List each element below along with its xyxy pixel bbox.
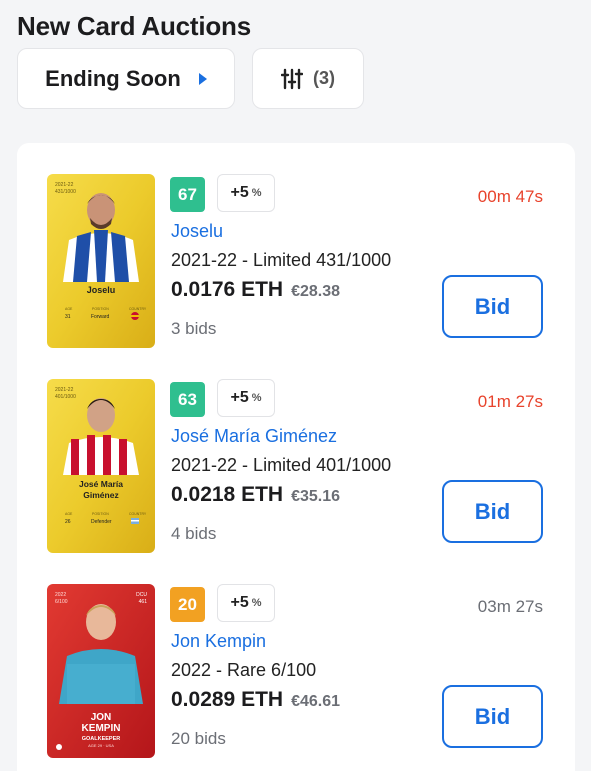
player-card-image[interactable]: 2022 6/100 DCU 461 JON KEMPIN GOALKEEPER… [47, 584, 155, 758]
bid-count: 20 bids [171, 729, 226, 748]
price-eth: 0.0218 ETH [171, 483, 284, 506]
bid-count: 3 bids [171, 319, 217, 338]
card-position: GOALKEEPER [82, 736, 121, 742]
card-serial: 431/1000 [55, 189, 76, 195]
bonus-unit: % [251, 597, 262, 609]
player-card-image[interactable]: 2021-22 401/1000 José María Giménez AGE … [47, 379, 155, 553]
price-fiat: €46.61 [291, 693, 341, 710]
card-season: 2021-22 [55, 182, 74, 188]
card-position-label: POSITION [92, 512, 109, 516]
player-card-image[interactable]: 2021-22 431/1000 Joselu AGE POSITION COU… [47, 174, 155, 348]
price-eth: 0.0289 ETH [171, 688, 284, 711]
card-score-badge: 67 [170, 177, 205, 212]
sliders-icon [281, 68, 303, 89]
filter-count: (3) [313, 68, 335, 88]
bid-button[interactable]: Bid [442, 480, 543, 543]
bonus-unit: % [251, 187, 262, 199]
player-name-link[interactable]: Joselu [171, 221, 223, 242]
price-eth: 0.0176 ETH [171, 278, 284, 301]
bid-count: 4 bids [171, 524, 217, 543]
bonus-value: +5 [230, 184, 249, 201]
auction-row: 2021-22 401/1000 José María Giménez AGE … [17, 379, 575, 559]
card-details: AGE 29 · USA [88, 743, 114, 748]
page-title: New Card Auctions [17, 11, 252, 41]
card-edition: 2021-22 - Limited 431/1000 [171, 250, 392, 270]
auction-row: 2022 6/100 DCU 461 JON KEMPIN GOALKEEPER… [17, 584, 575, 764]
card-player-name-line2: Giménez [83, 490, 118, 500]
bonus-badge: +5 % [217, 174, 275, 212]
auction-timer: 03m 27s [477, 597, 543, 616]
player-name-link[interactable]: José María Giménez [171, 426, 337, 447]
price-fiat: €35.16 [291, 488, 341, 505]
caret-right-icon [198, 72, 207, 85]
ball-icon [56, 744, 62, 750]
card-age-label: AGE [65, 307, 73, 311]
bonus-value: +5 [230, 389, 249, 406]
card-season: 2021-22 [55, 387, 74, 393]
card-edition: 2021-22 - Limited 401/1000 [171, 455, 392, 475]
card-player-name-line2: KEMPIN [82, 723, 121, 734]
sort-label: Ending Soon [45, 65, 181, 91]
card-position: Defender [91, 519, 112, 525]
sort-ending-soon-button[interactable]: Ending Soon [17, 48, 235, 109]
card-position-label: POSITION [92, 307, 109, 311]
bid-button[interactable]: Bid [442, 275, 543, 338]
bonus-unit: % [251, 392, 262, 404]
bonus-badge: +5 % [217, 584, 275, 622]
card-team-code: DCU [136, 592, 147, 598]
card-age-label: AGE [65, 512, 73, 516]
card-position: Forward [91, 314, 110, 320]
card-team-number: 461 [139, 599, 148, 605]
bonus-badge: +5 % [217, 379, 275, 417]
price-fiat: €28.38 [291, 283, 341, 300]
card-score-badge: 20 [170, 587, 205, 622]
auctions-list: 2021-22 431/1000 Joselu AGE POSITION COU… [17, 143, 575, 771]
price: 0.0289 ETH €46.61 [171, 688, 340, 712]
auction-timer: 00m 47s [477, 187, 543, 206]
player-name-link[interactable]: Jon Kempin [171, 631, 266, 652]
card-player-name-line1: JON [91, 712, 112, 723]
card-age: 31 [65, 314, 71, 320]
auction-timer: 01m 27s [477, 392, 543, 411]
card-season: 2022 [55, 592, 66, 598]
card-player-name: Joselu [87, 285, 116, 295]
card-player-name-line1: José María [79, 479, 123, 489]
card-serial: 401/1000 [55, 394, 76, 400]
bid-button[interactable]: Bid [442, 685, 543, 748]
price: 0.0176 ETH €28.38 [171, 278, 340, 302]
filters-button[interactable]: (3) [252, 48, 364, 109]
card-serial: 6/100 [55, 599, 68, 605]
card-score-badge: 63 [170, 382, 205, 417]
price: 0.0218 ETH €35.16 [171, 483, 340, 507]
card-country-label: COUNTRY [129, 512, 147, 516]
card-age: 26 [65, 519, 71, 525]
card-country-label: COUNTRY [129, 307, 147, 311]
auction-row: 2021-22 431/1000 Joselu AGE POSITION COU… [17, 174, 575, 354]
bonus-value: +5 [230, 594, 249, 611]
card-edition: 2022 - Rare 6/100 [171, 660, 317, 680]
